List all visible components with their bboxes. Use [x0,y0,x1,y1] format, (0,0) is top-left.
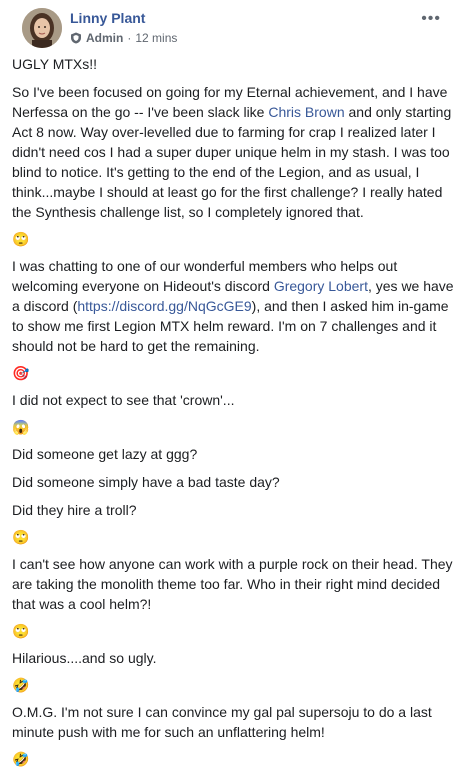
paragraph-discord: I was chatting to one of our wonderful m… [12,256,455,356]
rolling-eyes-emoji-icon: 🙄 [12,623,30,639]
rofl-emoji-icon: 🤣 [12,751,30,767]
rolling-eyes-emoji-icon: 🙄 [12,231,30,247]
paragraph-title: UGLY MTXs!! [12,56,98,72]
paragraph-crown: I did not expect to see that 'crown'... [12,392,235,408]
author-name[interactable]: Linny Plant [70,10,145,26]
paragraph-purple-rock: I can't see how anyone can work with a p… [12,556,453,612]
paragraph-hilarious: Hilarious....and so ugly. [12,650,157,666]
rofl-emoji-icon: 🤣 [12,677,30,693]
post-body: UGLY MTXs!! So I've been focused on goin… [12,54,455,768]
text-segment: and only starting Act 8 now. Way over-le… [12,104,452,220]
paragraph-question-1: Did someone get lazy at ggg? [12,446,198,462]
paragraph-question-3: Did they hire a troll? [12,502,137,518]
author-role: Admin [86,31,124,45]
discord-link[interactable]: https://discord.gg/NqGcGE9 [77,298,251,314]
mention-chris-brown[interactable]: Chris Brown [268,104,344,120]
meta-separator: · [127,31,132,45]
post-header: Linny Plant Admin · 12 mins ••• [12,0,455,54]
post-timestamp[interactable]: 12 mins [135,31,177,45]
target-emoji-icon: 🎯 [12,365,30,381]
post-meta: Admin · 12 mins [70,31,177,45]
rolling-eyes-emoji-icon: 🙄 [12,529,30,545]
more-options-icon[interactable]: ••• [421,10,441,28]
scream-emoji-icon: 😱 [12,419,30,435]
paragraph-intro: So I've been focused on going for my Ete… [12,82,455,222]
paragraph-question-2: Did someone simply have a bad taste day? [12,474,280,490]
avatar[interactable] [22,8,62,48]
post-card: Linny Plant Admin · 12 mins ••• UGLY MTX… [0,0,467,767]
paragraph-omg: O.M.G. I'm not sure I can convince my ga… [12,704,432,740]
mention-gregory-lobert[interactable]: Gregory Lobert [274,278,368,294]
admin-shield-icon [70,32,82,44]
avatar-icon [22,8,62,48]
